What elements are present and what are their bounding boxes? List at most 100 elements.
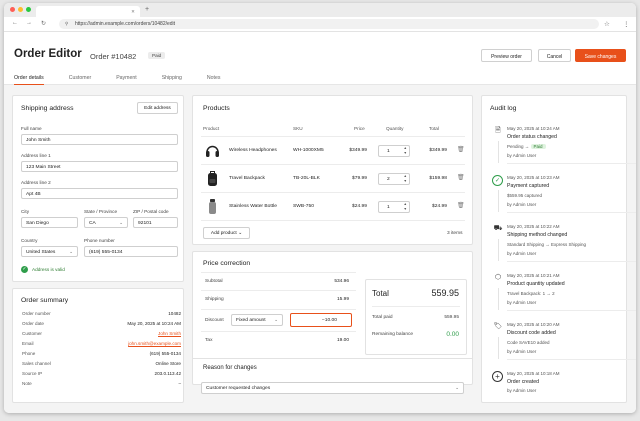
audit-detail: Code SAVE10 added (507, 340, 550, 345)
audit-time: May 20, 2025 at 10:20 AM (507, 322, 560, 327)
page-title: Order Editor (14, 48, 82, 60)
audit-detail: Standard Shipping → Express Shipping (507, 242, 587, 247)
decrement-icon[interactable]: ▼ (404, 179, 407, 183)
divider (193, 358, 472, 359)
reason-title: Reason for changes (203, 365, 257, 371)
trash-icon[interactable]: 🗑 (457, 146, 465, 153)
tab-order-details[interactable]: Order details (14, 75, 44, 85)
product-name: Wireless Headphones (229, 148, 277, 153)
reason-select[interactable]: Customer requested changes ⌄ (201, 382, 464, 394)
shipping-value: 15.99 (336, 297, 349, 302)
total-value: 559.95 (431, 288, 459, 298)
col-sku: SKU (293, 126, 303, 131)
new-tab-icon[interactable]: + (145, 6, 149, 13)
tab-payment[interactable]: Payment (116, 75, 136, 85)
save-changes-button[interactable]: Save changes (575, 49, 626, 62)
audit-user: by Admin User (507, 349, 537, 354)
back-icon[interactable]: ← (12, 20, 18, 26)
shipping-label: Shipping (205, 297, 224, 302)
summary-key: Phone (22, 351, 36, 356)
customer-link[interactable]: John Smith (158, 331, 181, 336)
products-title: Products (203, 105, 230, 112)
col-price: Price (354, 126, 365, 131)
bookmark-star-icon[interactable]: ☆ (604, 20, 610, 28)
quantity-stepper[interactable]: 1 ▲ ▼ (378, 145, 410, 157)
summary-key: Order number (22, 311, 51, 316)
tab-customer[interactable]: Customer (69, 75, 92, 85)
audit-action: Product quantity updated (507, 281, 565, 287)
browser-tabstrip: ✕ + (4, 3, 636, 17)
edit-address-button[interactable]: Edit address (137, 102, 178, 114)
window-controls (10, 7, 31, 12)
divider (372, 306, 460, 307)
divider (507, 261, 636, 262)
divider (507, 212, 636, 213)
product-total: $24.99 (432, 204, 447, 209)
audit-log-card: Audit log 🗎 May 20, 2025 at 10:24 AM Ord… (481, 95, 636, 403)
forward-icon[interactable]: → (26, 20, 32, 26)
divider (507, 163, 636, 164)
address-bar[interactable]: ⚲ https://admin.example.com/orders/10482… (59, 19, 599, 29)
increment-icon[interactable]: ▲ (404, 202, 407, 206)
audit-action: Order status changed (507, 134, 557, 140)
discount-amount-field[interactable]: −10.00 (290, 313, 352, 327)
plus-circle-icon: + (492, 371, 503, 382)
quantity-stepper[interactable]: 2 ▲ ▼ (378, 173, 410, 185)
product-price: $79.99 (352, 176, 367, 181)
tab-notes[interactable]: Notes (207, 75, 221, 85)
reload-icon[interactable]: ↻ (41, 20, 46, 27)
tax-label: Tax (205, 338, 213, 343)
summary-key: Order date (22, 321, 44, 326)
trash-icon[interactable]: 🗑 (457, 202, 465, 209)
products-card: Products Product SKU Price Quantity Tota… (192, 95, 473, 245)
address-line2-label: Address line 2 (21, 180, 51, 185)
increment-icon[interactable]: ▲ (404, 146, 407, 150)
site-info-icon[interactable]: ⚲ (65, 21, 68, 27)
phone-field[interactable]: (619) 555-0134 (84, 246, 178, 257)
phone-label: Phone number (84, 238, 115, 243)
order-summary-card: Order summary Order number 10482 Order da… (12, 288, 184, 403)
country-select[interactable]: United States ⌄ (21, 246, 78, 257)
browser-tab[interactable]: ✕ (36, 6, 140, 17)
close-window-icon[interactable] (10, 7, 15, 12)
total-label: Total (372, 289, 389, 298)
timeline-line (498, 141, 499, 163)
audit-action: Discount code added (507, 330, 556, 336)
full-name-field[interactable]: John Smith (21, 134, 178, 145)
product-total: $159.98 (429, 176, 447, 181)
increment-icon[interactable]: ▲ (404, 174, 407, 178)
audit-detail: Travel Backpack: 1 → 2 (507, 291, 555, 296)
water-bottle-image (209, 199, 216, 214)
close-tab-icon[interactable]: ✕ (131, 9, 135, 15)
maximize-window-icon[interactable] (26, 7, 31, 12)
add-product-label: Add product (210, 231, 237, 236)
timeline-line (498, 288, 499, 310)
state-select[interactable]: CA ⌄ (84, 217, 128, 228)
trash-icon[interactable]: 🗑 (457, 174, 465, 181)
address-line1-field[interactable]: 123 Main Street (21, 161, 178, 172)
audit-action: Order created (507, 379, 540, 385)
totals-panel: Total 559.95 Total paid 559.95 Remaining… (365, 279, 467, 355)
browser-menu-icon[interactable]: ⋮ (623, 20, 630, 28)
cancel-button[interactable]: Cancel (538, 49, 571, 62)
summary-value: (619) 555-0134 (149, 351, 181, 356)
preview-order-button[interactable]: Preview order (481, 49, 532, 62)
zip-field[interactable]: 92101 (133, 217, 178, 228)
quantity-stepper[interactable]: 1 ▲ ▼ (378, 201, 410, 213)
address-line2-field[interactable]: Apt 4B (21, 188, 178, 199)
city-field[interactable]: San Diego (21, 217, 78, 228)
email-link[interactable]: john.smith@example.com (128, 341, 181, 346)
audit-user: by Admin User (507, 153, 537, 158)
price-correction-card: Price correction Subtotal 534.96 Shipping… (192, 251, 473, 385)
decrement-icon[interactable]: ▼ (404, 207, 407, 211)
items-count: 3 items (447, 231, 463, 236)
tab-shipping[interactable]: Shipping (162, 75, 182, 85)
product-row: Travel Backpack TB-20L-BLK $79.99 2 ▲ ▼ $1… (201, 164, 465, 192)
summary-key: Email (22, 341, 34, 346)
quantity-value: 1 (387, 205, 390, 210)
discount-type-select[interactable]: Fixed amount ⌄ (231, 314, 283, 326)
minimize-window-icon[interactable] (18, 7, 23, 12)
decrement-icon[interactable]: ▼ (404, 151, 407, 155)
add-product-button[interactable]: Add product ⌄ (203, 227, 250, 239)
shipping-address-card: Shipping address Edit address Full name … (12, 95, 184, 282)
